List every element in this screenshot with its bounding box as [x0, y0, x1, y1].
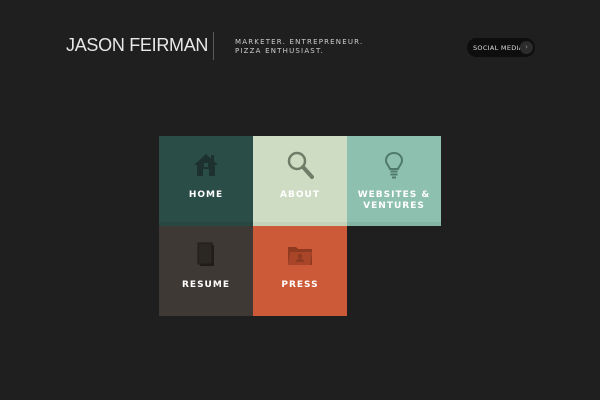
nav-tile-websites-ventures[interactable]: WEBSITES & VENTURES [347, 136, 441, 226]
header-divider [213, 32, 214, 60]
social-media-label: SOCIAL MEDIA [473, 43, 524, 52]
site-header: JASON FEIRMAN MARKETER. ENTREPRENEUR. PI… [0, 0, 600, 90]
magnifier-icon [287, 151, 314, 179]
site-logo[interactable]: JASON FEIRMAN [66, 35, 208, 56]
nav-tile-websites-label: WEBSITES & VENTURES [347, 190, 441, 212]
nav-tile-press[interactable]: PRESS [253, 226, 347, 316]
document-icon [197, 242, 214, 266]
nav-tile-about-label: ABOUT [280, 190, 320, 200]
chevron-right-icon: › [520, 41, 533, 54]
folder-icon [288, 247, 312, 265]
tagline-line-2: PIZZA ENTHUSIAST. [235, 47, 325, 55]
nav-tile-resume[interactable]: RESUME [159, 226, 253, 316]
nav-tile-home[interactable]: HOME [159, 136, 253, 226]
nav-tile-about[interactable]: ABOUT [253, 136, 347, 226]
websites-label-line-2: VENTURES [363, 201, 425, 211]
nav-tile-home-label: HOME [188, 190, 224, 200]
nav-tile-press-label: PRESS [281, 280, 319, 290]
house-icon [194, 154, 218, 176]
tile-bottom-bar [347, 222, 441, 226]
lightbulb-icon [384, 151, 404, 179]
websites-label-line-1: WEBSITES & [357, 190, 431, 200]
tagline-line-1: MARKETER. ENTREPRENEUR. [235, 38, 364, 46]
nav-tile-resume-label: RESUME [182, 280, 230, 290]
social-media-button[interactable]: SOCIAL MEDIA › [467, 38, 535, 57]
tagline: MARKETER. ENTREPRENEUR. PIZZA ENTHUSIAST… [235, 38, 363, 56]
